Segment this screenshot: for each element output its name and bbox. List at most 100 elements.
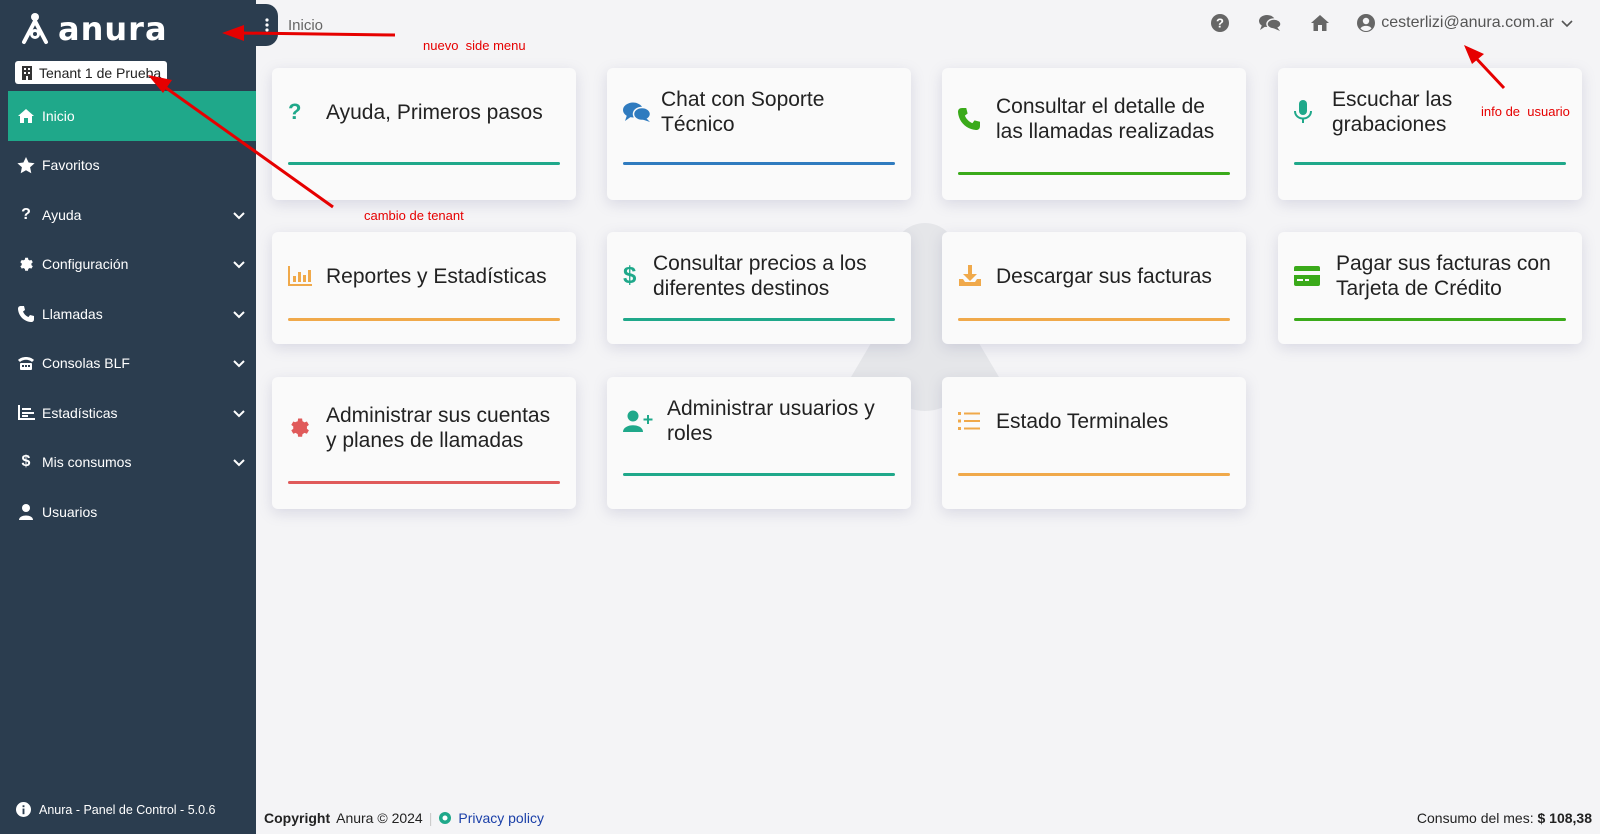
list-icon [958,412,996,430]
chevron-down-icon [233,360,245,368]
sidebar-item-consolas-blf[interactable]: Consolas BLF [8,339,256,389]
copyright-label: Copyright [264,810,331,826]
vertical-dots-icon [265,18,269,32]
card-administrar-usuarios[interactable]: Administrar usuarios y roles [607,377,911,509]
user-icon [16,503,36,520]
card-title: Descargar sus facturas [996,264,1212,288]
sidebar-item-llamadas[interactable]: Llamadas [8,289,256,339]
download-icon [958,265,996,287]
footer-copyright: Copyright Anura © 2024 | Privacy policy [264,810,544,826]
chevron-down-icon [1561,20,1573,28]
card-title: Estado Terminales [996,409,1169,433]
sidebar-item-mis-consumos[interactable]: $ Mis consumos [8,438,256,488]
breadcrumb: Inicio [288,17,324,34]
svg-text:?: ? [1216,16,1224,31]
gear-icon [16,256,36,273]
annotation-user: info de usuario [1481,104,1570,119]
version-label: Anura - Panel de Control - 5.0.6 [39,802,216,817]
info-icon [16,802,31,817]
help-button[interactable]: ? [1195,14,1245,32]
anura-logo-icon [22,13,48,44]
star-icon [16,156,36,174]
dollar-icon: $ [623,262,637,289]
chat-button[interactable] [1245,14,1295,32]
card-underline [623,162,895,165]
question-circle-icon: ? [1211,14,1230,32]
card-detalle-llamadas[interactable]: Consultar el detalle de las llamadas rea… [942,68,1246,200]
gear-badge-icon [439,812,452,824]
sidebar-item-label: Inicio [42,107,75,124]
chevron-down-icon [233,261,245,269]
chevron-down-icon [233,410,245,418]
card-title: Chat con Soporte Técnico [661,88,825,136]
microphone-icon [1294,100,1332,124]
question-icon: ? [288,99,302,124]
card-underline [958,318,1230,321]
tenant-switcher[interactable]: Tenant 1 de Prueba [15,61,168,84]
sidebar: anura Tenant 1 de Prueba Inicio Favorito… [0,0,256,834]
chevron-down-icon [233,311,245,319]
card-title: Pagar sus facturas con Tarjeta de Crédit… [1336,252,1551,300]
sidebar-item-ayuda[interactable]: ? Ayuda [8,190,256,240]
sidebar-nav: Inicio Favoritos ? Ayuda Configuración L… [8,91,256,537]
sidebar-item-estadisticas[interactable]: Estadísticas [8,388,256,438]
credit-card-icon [1294,266,1336,286]
card-underline [623,473,895,476]
card-ayuda[interactable]: ? Ayuda, Primeros pasos [272,68,576,200]
chat-icon [623,101,661,123]
user-menu[interactable]: cesterlizi@anura.com.ar [1357,14,1574,32]
sidebar-item-label: Configuración [42,256,129,273]
console-icon [16,356,36,371]
sidebar-item-label: Llamadas [42,305,103,322]
question-icon: ? [21,205,31,223]
card-grabaciones[interactable]: Escuchar las grabaciones [1278,68,1582,200]
home-button[interactable] [1295,14,1345,32]
card-underline [958,473,1230,476]
sidebar-item-usuarios[interactable]: Usuarios [8,487,256,537]
card-title: Administrar usuarios y roles [667,397,875,445]
footer-divider: | [428,810,433,826]
user-email: cesterlizi@anura.com.ar [1381,14,1554,31]
card-underline [958,172,1230,175]
sidebar-item-label: Consolas BLF [42,355,130,372]
building-icon [22,65,32,80]
sidebar-item-favoritos[interactable]: Favoritos [8,141,256,191]
dollar-icon: $ [21,453,31,471]
card-chat-soporte[interactable]: Chat con Soporte Técnico [607,68,911,200]
comments-icon [1259,15,1282,31]
sidebar-item-label: Mis consumos [42,454,132,471]
sidebar-item-label: Favoritos [42,157,100,174]
card-underline [623,318,895,321]
home-icon [16,108,36,124]
card-underline [288,318,560,321]
sidebar-item-label: Ayuda [42,206,82,223]
phone-icon [16,305,36,322]
sidebar-toggle-button[interactable] [256,4,278,46]
user-circle-icon [1357,14,1376,32]
top-toolbar: ? cesterlizi@anura.com.ar [1195,14,1600,32]
annotation-side-menu: nuevo side menu [423,38,526,53]
footer-consumo: Consumo del mes: $ 108,38 [1417,810,1592,826]
card-underline [1294,162,1566,165]
card-administrar-cuentas[interactable]: Administrar sus cuentas y planes de llam… [272,377,576,509]
card-estado-terminales[interactable]: Estado Terminales [942,377,1246,509]
gear-icon [288,416,326,440]
card-pagar-tarjeta[interactable]: Pagar sus facturas con Tarjeta de Crédit… [1278,232,1582,344]
sidebar-item-label: Usuarios [42,503,98,520]
consumo-label: Consumo del mes: [1416,810,1534,826]
card-title: Administrar sus cuentas y planes de llam… [326,404,551,452]
card-underline [1294,318,1566,321]
sidebar-item-configuracion[interactable]: Configuración [8,240,256,290]
consumo-value: $ 108,38 [1537,810,1593,826]
card-underline [288,162,560,165]
bar-chart-icon [288,266,326,286]
card-precios[interactable]: $ Consultar precios a los diferentes des… [607,232,911,344]
logo-text: anura [58,10,168,48]
card-descargar-facturas[interactable]: Descargar sus facturas [942,232,1246,344]
user-plus-icon [623,410,667,432]
sidebar-item-inicio[interactable]: Inicio [8,91,256,141]
sidebar-footer: Anura - Panel de Control - 5.0.6 [16,802,216,817]
privacy-policy-link[interactable]: Privacy policy [458,810,544,826]
card-reportes[interactable]: Reportes y Estadísticas [272,232,576,344]
logo[interactable]: anura [18,10,168,48]
